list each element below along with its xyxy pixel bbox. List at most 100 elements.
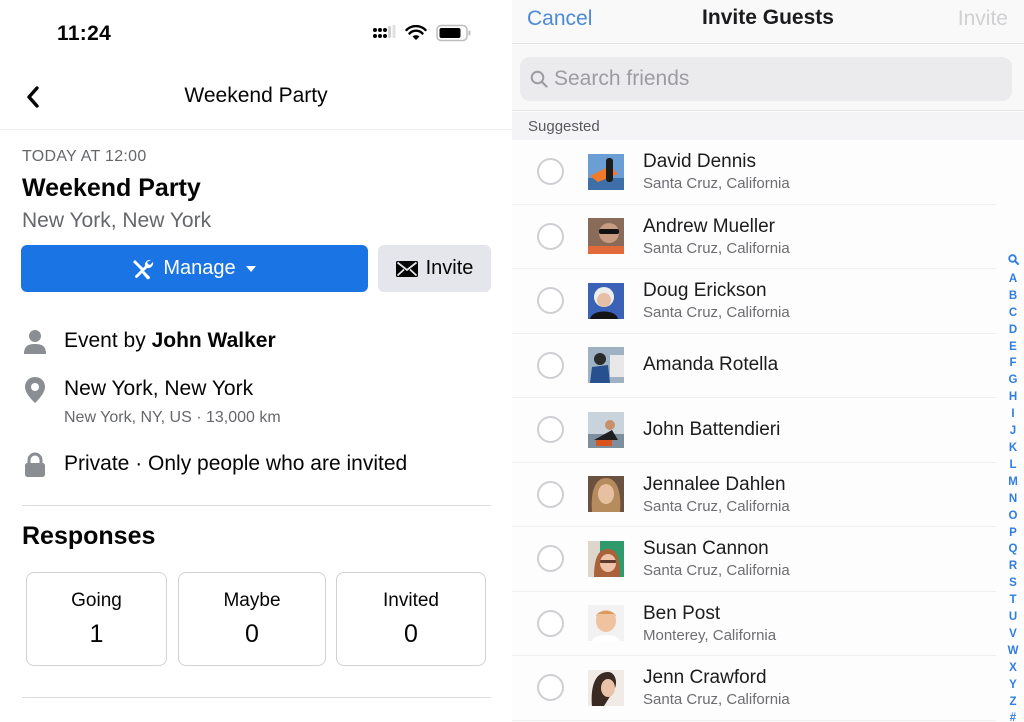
privacy-row: Private · Only people who are invited	[22, 452, 407, 478]
nav-bar: Weekend Party	[0, 64, 512, 130]
index-letter[interactable]: L	[1009, 457, 1016, 474]
index-letter[interactable]: K	[1009, 440, 1017, 457]
select-radio[interactable]	[537, 609, 564, 637]
select-radio[interactable]	[537, 222, 564, 250]
battery-icon	[436, 24, 472, 47]
friend-row[interactable]: Amanda Rotella	[512, 334, 996, 398]
response-label: Going	[71, 590, 122, 611]
search-input[interactable]	[554, 67, 994, 91]
friend-row[interactable]: Doug Erickson Santa Cruz, California	[512, 269, 996, 334]
index-letter[interactable]: B	[1009, 288, 1017, 305]
index-letter[interactable]: X	[1009, 660, 1017, 677]
friend-row[interactable]: John Battendieri	[512, 398, 996, 463]
manage-button[interactable]: Manage	[21, 245, 368, 292]
response-label: Invited	[383, 590, 439, 611]
index-letter[interactable]: S	[1009, 575, 1017, 592]
friend-row[interactable]: Jennalee Dahlen Santa Cruz, California	[512, 463, 996, 527]
index-letter[interactable]: P	[1009, 525, 1017, 542]
index-letter[interactable]: Y	[1009, 677, 1017, 694]
place-sub: New York, NY, US · 13,000 km	[64, 409, 281, 426]
avatar	[588, 218, 624, 255]
place-row[interactable]: New York, New York New York, NY, US · 13…	[22, 377, 281, 427]
event-location[interactable]: New York, New York	[22, 209, 211, 233]
avatar	[588, 605, 624, 642]
select-radio[interactable]	[537, 351, 564, 379]
friend-row[interactable]: Susan Cannon Santa Cruz, California	[512, 527, 996, 592]
index-letter[interactable]: I	[1011, 406, 1014, 423]
select-radio[interactable]	[537, 158, 564, 186]
index-letter[interactable]: Q	[1009, 541, 1018, 558]
friend-location: Santa Cruz, California	[643, 239, 790, 257]
index-letter[interactable]: E	[1009, 339, 1017, 356]
select-radio[interactable]	[537, 674, 564, 702]
index-letter[interactable]: D	[1009, 322, 1017, 339]
select-radio[interactable]	[537, 545, 564, 573]
response-maybe[interactable]: Maybe 0	[178, 572, 326, 666]
index-letter[interactable]: Z	[1009, 694, 1016, 711]
privacy-text: Private · Only people who are invited	[64, 452, 408, 475]
avatar	[588, 153, 624, 190]
status-time: 11:24	[57, 22, 112, 45]
search-bar	[512, 45, 1024, 111]
friend-location: Santa Cruz, California	[643, 562, 790, 580]
select-radio[interactable]	[537, 480, 564, 508]
friend-row[interactable]: David Dennis Santa Cruz, California	[512, 140, 996, 205]
friend-name: Andrew Mueller	[643, 215, 775, 237]
send-invite-button[interactable]: Invite	[958, 7, 1008, 31]
index-letter[interactable]: J	[1010, 423, 1016, 440]
host-prefix: Event by	[64, 329, 146, 352]
index-letter[interactable]: G	[1009, 372, 1018, 389]
divider	[22, 505, 491, 506]
response-label: Maybe	[223, 590, 281, 611]
responses-title: Responses	[22, 522, 156, 550]
search-icon	[530, 70, 548, 88]
index-letter[interactable]: F	[1009, 355, 1016, 372]
invite-label: Invite	[425, 257, 474, 279]
status-icons	[372, 24, 472, 47]
friend-list: David Dennis Santa Cruz, California Andr…	[512, 140, 996, 721]
index-letter[interactable]: U	[1009, 609, 1017, 626]
lock-icon	[22, 452, 48, 478]
friend-row[interactable]: Ben Post Monterey, California	[512, 592, 996, 656]
sheet-header: Cancel Invite Guests Invite	[512, 0, 1024, 44]
friend-name: Jenn Crawford	[643, 667, 767, 689]
friend-location: Monterey, California	[643, 626, 777, 644]
sheet-title: Invite Guests	[702, 6, 834, 29]
friend-location: Santa Cruz, California	[643, 691, 790, 709]
friend-row[interactable]: Andrew Mueller Santa Cruz, California	[512, 205, 996, 269]
index-letter[interactable]: R	[1009, 558, 1017, 575]
invite-button[interactable]: Invite	[378, 245, 491, 292]
cellular-signal-icon	[372, 25, 396, 46]
alphabet-index[interactable]: A B C D E F G H I J K L M N O P Q R S T …	[1005, 254, 1021, 722]
friend-row[interactable]: Jenn Crawford Santa Cruz, California	[512, 656, 996, 721]
select-radio[interactable]	[537, 287, 564, 315]
avatar	[588, 282, 624, 319]
index-letter[interactable]: O	[1009, 508, 1018, 525]
avatar	[588, 411, 624, 448]
person-icon	[22, 329, 48, 355]
friend-name: Ben Post	[643, 602, 721, 624]
event-date: TODAY AT 12:00	[22, 148, 147, 165]
index-search-icon[interactable]	[1007, 254, 1019, 271]
friend-name: Doug Erickson	[643, 280, 767, 302]
index-letter[interactable]: A	[1009, 271, 1017, 288]
index-letter[interactable]: T	[1009, 592, 1016, 609]
response-going[interactable]: Going 1	[26, 572, 167, 666]
index-letter[interactable]: V	[1009, 626, 1017, 643]
host-name[interactable]: John Walker	[152, 329, 276, 352]
section-header-suggested: Suggested	[512, 112, 1024, 140]
wifi-icon	[405, 24, 427, 46]
index-letter[interactable]: C	[1009, 305, 1017, 322]
search-field[interactable]	[520, 57, 1012, 101]
index-letter[interactable]: #	[1010, 710, 1016, 722]
index-letter[interactable]: N	[1009, 491, 1017, 508]
index-letter[interactable]: M	[1008, 474, 1018, 491]
response-invited[interactable]: Invited 0	[336, 572, 486, 666]
friend-name: Jennalee Dahlen	[643, 473, 786, 495]
select-radio[interactable]	[537, 416, 564, 444]
host-text: Event by John Walker	[64, 329, 276, 353]
index-letter[interactable]: W	[1008, 643, 1019, 660]
index-letter[interactable]: H	[1009, 389, 1017, 406]
avatar	[588, 669, 624, 706]
response-count: 0	[245, 620, 259, 648]
